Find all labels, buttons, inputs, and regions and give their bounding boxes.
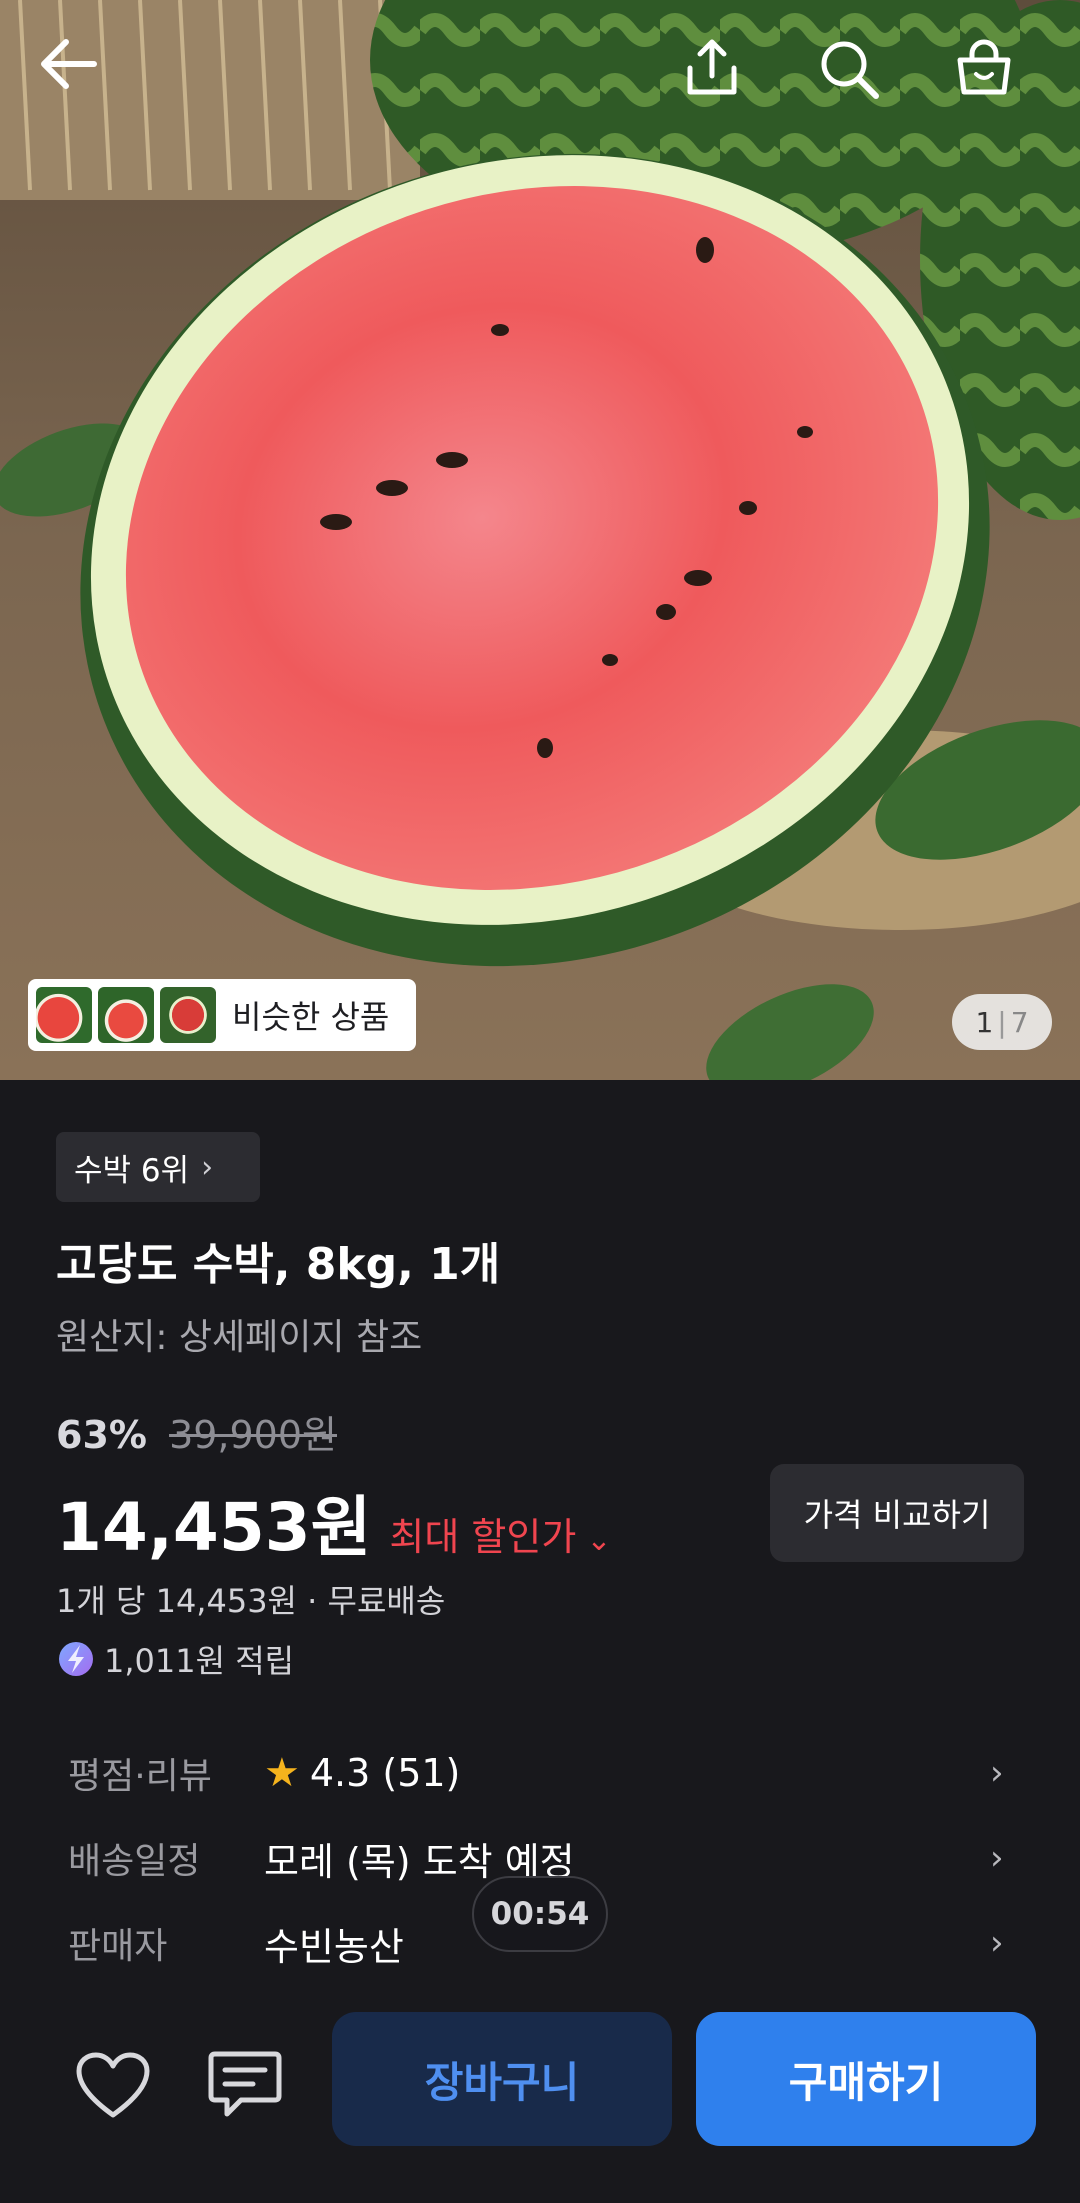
rating-review-row[interactable]: 평점·리뷰 ★ 4.3 (51) › [0,1733,1080,1813]
product-title: 고당도 수박, 8kg, 1개 [56,1239,501,1290]
similar-thumbnail [160,987,216,1043]
back-button[interactable] [38,38,122,122]
arrow-left-icon [41,39,97,89]
search-icon [821,41,879,99]
chevron-right-icon: › [201,1149,214,1185]
wishlist-button[interactable] [68,2040,158,2130]
category-rank-chip[interactable]: 수박 6위 › [56,1132,260,1202]
rank-label: 수박 6위 [74,1152,190,1189]
search-button[interactable] [818,38,902,122]
rating-label: 평점·리뷰 [68,1756,212,1797]
total-pages: 7 [1010,1005,1029,1039]
current-page: 1 [975,1005,994,1039]
max-discount-label: 최대 할인가 [389,1515,577,1559]
page-separator: | [997,1005,1007,1039]
sale-price: 14,453원 [56,1489,372,1566]
bottom-action-bar: 장바구니 구매하기 [0,1992,1080,2203]
rating-value: 4.3 (51) [309,1751,461,1795]
similar-thumbnail [98,987,154,1043]
original-price: 39,900원 [169,1413,337,1457]
chevron-right-icon: › [990,1753,1004,1793]
similar-thumbnail [36,987,92,1043]
price-row: 14,453원 최대 할인가 ⌄ [56,1474,611,1570]
image-page-indicator: 1 | 7 [952,994,1052,1050]
reward-point-icon [59,1642,93,1676]
share-upload-icon [687,39,737,95]
watermelon-photo [0,0,1080,1080]
chevron-right-icon: › [990,1923,1004,1963]
heart-icon [76,2052,150,2118]
points-label: 1,011원 적립 [104,1642,295,1680]
chevron-right-icon: › [990,1838,1004,1878]
seller-value: 수빈농산 [264,1924,404,1969]
unit-price-shipping: 1개 당 14,453원 · 무료배송 [56,1582,446,1620]
add-to-cart-button[interactable]: 장바구니 [332,2012,672,2146]
max-discount-toggle[interactable]: 최대 할인가 ⌄ [389,1506,611,1561]
rating-value-wrap: ★ 4.3 (51) [264,1750,460,1796]
discount-row: 63% 39,900원 [56,1404,337,1459]
shopping-bag-icon [957,39,1011,95]
seller-label: 판매자 [68,1926,168,1967]
countdown-timer: 00:54 [472,1876,608,1952]
buy-now-button[interactable]: 구매하기 [696,2012,1036,2146]
share-button[interactable] [684,38,768,122]
price-compare-button[interactable]: 가격 비교하기 [770,1464,1024,1562]
top-bar [0,0,1080,160]
cart-button[interactable] [954,38,1038,122]
similar-products-button[interactable]: 비슷한 상품 [28,979,416,1051]
chat-icon [208,2051,282,2117]
similar-products-label: 비슷한 상품 [232,998,390,1036]
chevron-down-icon: ⌄ [586,1523,612,1558]
discount-percent: 63% [56,1413,147,1457]
product-image[interactable]: 비슷한 상품 1 | 7 [0,0,1080,1080]
star-icon: ★ [264,1750,300,1796]
delivery-label: 배송일정 [68,1841,201,1882]
reward-points: 1,011원 적립 [56,1636,294,1682]
product-origin: 원산지: 상세페이지 참조 [56,1317,423,1358]
inquiry-button[interactable] [200,2040,290,2130]
